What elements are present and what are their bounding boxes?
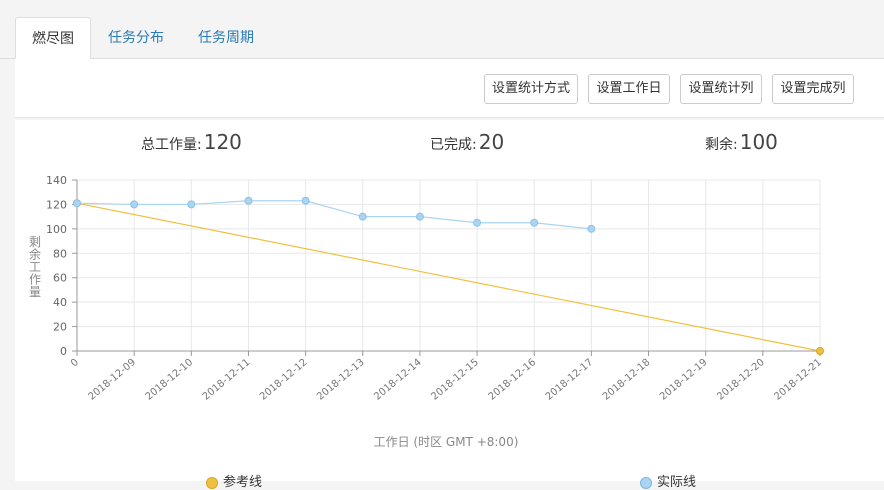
actual-point <box>473 218 482 227</box>
actual-point <box>187 200 196 209</box>
actual-point <box>244 196 253 205</box>
x-tick-label: 2018-12-15 <box>429 357 481 403</box>
burndown-chart: 0 20 40 60 80 100 120 140 0 2018-12-09 2018-12-10… <box>29 174 824 449</box>
actual-point <box>530 218 539 227</box>
y-tick-label: 60 <box>53 272 67 285</box>
y-tick-label: 80 <box>53 247 67 260</box>
chart-series <box>73 196 824 355</box>
x-tick-label: 2018-12-18 <box>601 357 653 403</box>
y-tick-label: 140 <box>46 174 67 187</box>
x-tick-label: 2018-12-10 <box>144 357 196 403</box>
x-tick-label: 2018-12-16 <box>487 357 539 403</box>
actual-point <box>130 200 139 209</box>
x-tick-label: 2018-12-11 <box>201 357 253 403</box>
legend-actual-label: 实际线 <box>657 475 697 490</box>
actual-point <box>301 196 310 205</box>
actual-point <box>73 199 81 208</box>
actual-line <box>76 200 592 230</box>
legend-actual-swatch <box>640 476 652 489</box>
x-tick-label: 2018-12-13 <box>315 357 367 403</box>
x-tick-label: 2018-12-19 <box>658 357 710 403</box>
actual-point <box>358 212 367 221</box>
x-tick-label: 2018-12-21 <box>772 357 824 403</box>
x-tick-label: 2018-12-14 <box>372 357 424 403</box>
reference-point <box>816 347 824 355</box>
reference-line <box>76 202 821 352</box>
x-axis-ticks: 0 2018-12-09 2018-12-10 2018-12-11 2018-12-1… <box>69 351 824 403</box>
y-axis-label: 剩余工作量 <box>29 235 41 299</box>
x-tick-label: 2018-12-12 <box>258 357 310 403</box>
x-tick-label: 2018-12-20 <box>715 357 767 403</box>
legend-reference-label: 参考线 <box>223 475 263 490</box>
x-tick-label: 0 <box>69 357 81 370</box>
x-tick-label: 2018-12-09 <box>86 357 138 403</box>
y-axis-ticks: 0 20 40 60 80 100 120 140 <box>46 174 77 358</box>
x-axis-label: 工作日 (时区 GMT +8:00) <box>374 435 519 449</box>
x-tick-label: 2018-12-17 <box>544 357 596 403</box>
y-tick-label: 120 <box>46 198 67 211</box>
y-tick-label: 0 <box>60 345 67 358</box>
y-tick-label: 100 <box>46 223 67 236</box>
actual-point <box>415 212 424 221</box>
y-tick-label: 20 <box>53 321 67 334</box>
legend-reference-swatch <box>206 476 218 489</box>
y-tick-label: 40 <box>53 296 67 309</box>
actual-point <box>587 224 596 233</box>
